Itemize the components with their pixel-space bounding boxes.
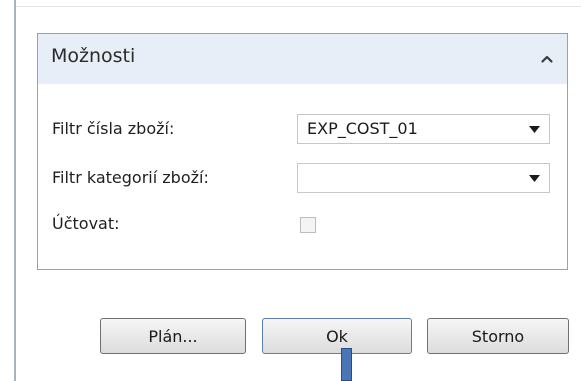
window-top-strip (16, 0, 581, 7)
fasttab-title: Možnosti (51, 45, 136, 67)
cancel-button[interactable]: Storno (427, 318, 569, 354)
options-fasttab: Možnosti Filtr čísla zboží: EXP_COST_01 … (37, 33, 568, 270)
item-filter-combobox[interactable]: EXP_COST_01 (297, 114, 550, 144)
item-filter-value: EXP_COST_01 (307, 119, 418, 138)
post-label: Účtovat: (52, 214, 120, 233)
dropdown-arrow-icon[interactable] (529, 126, 540, 133)
item-filter-label: Filtr čísla zboží: (52, 119, 175, 138)
post-checkbox[interactable] (300, 217, 316, 233)
fasttab-header[interactable]: Možnosti (38, 34, 567, 84)
drag-cursor-marker (341, 348, 352, 381)
category-filter-label: Filtr kategorií zboží: (52, 168, 209, 187)
ok-button[interactable]: Ok (262, 318, 412, 354)
chevron-up-icon[interactable] (539, 51, 555, 67)
window-left-border (14, 0, 16, 381)
category-filter-combobox[interactable] (297, 163, 550, 193)
dropdown-arrow-icon[interactable] (529, 175, 540, 182)
plan-button[interactable]: Plán... (100, 318, 246, 354)
